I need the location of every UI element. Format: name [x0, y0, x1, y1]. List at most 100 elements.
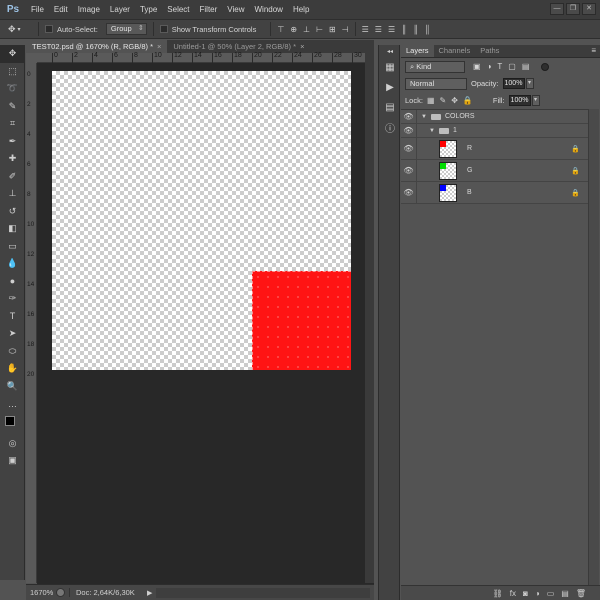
distribute-center-icon[interactable]: ║: [413, 25, 419, 34]
quick-mask-icon[interactable]: ◎: [0, 435, 25, 453]
align-right-icon[interactable]: ⊣: [342, 25, 349, 34]
align-top-icon[interactable]: ⊤: [277, 25, 284, 34]
brush-tool-icon[interactable]: ✐: [0, 168, 25, 186]
align-bottom-icon[interactable]: ⊥: [303, 25, 310, 34]
status-menu-arrow-icon[interactable]: ▶: [147, 589, 152, 597]
restore-button[interactable]: ❐: [566, 3, 580, 15]
filter-type-icon[interactable]: T: [497, 62, 502, 71]
path-select-tool-icon[interactable]: ➤: [0, 325, 25, 343]
menu-select[interactable]: Select: [162, 0, 194, 19]
filter-pixel-icon[interactable]: ▣: [473, 62, 481, 71]
distribute-left-icon[interactable]: ║: [401, 25, 407, 34]
history-brush-tool-icon[interactable]: ↺: [0, 203, 25, 221]
quick-select-tool-icon[interactable]: ✎: [0, 98, 25, 116]
align-center-icon[interactable]: ⊞: [329, 25, 336, 34]
layer-r[interactable]: 👁 R 🔒: [401, 138, 588, 160]
canvas-area[interactable]: [37, 63, 374, 584]
distribute-right-icon[interactable]: ║: [424, 25, 430, 34]
menu-view[interactable]: View: [222, 0, 249, 19]
menu-filter[interactable]: Filter: [195, 0, 223, 19]
properties-panel-icon[interactable]: ▤: [379, 97, 401, 117]
transform-controls-checkbox[interactable]: [159, 25, 168, 33]
group-expand-icon[interactable]: ▼: [429, 128, 435, 134]
visibility-eye-icon[interactable]: 👁: [401, 160, 417, 181]
layer-g[interactable]: 👁 G 🔒: [401, 160, 588, 182]
hand-tool-icon[interactable]: ✋: [0, 360, 25, 378]
auto-select-dropdown[interactable]: Group: [105, 23, 147, 35]
move-tool-icon[interactable]: ✥: [0, 45, 25, 63]
zoom-level[interactable]: 1670%: [26, 588, 56, 597]
blend-mode-dropdown[interactable]: Normal: [405, 77, 467, 90]
new-layer-icon[interactable]: ▤: [561, 589, 569, 598]
menu-layer[interactable]: Layer: [105, 0, 135, 19]
vertical-ruler[interactable]: 0 2 4 6 8 10 12 14 16 18 20: [26, 63, 37, 583]
screen-mode-icon[interactable]: ▣: [0, 452, 25, 470]
shape-tool-icon[interactable]: ⬭: [0, 343, 25, 361]
pen-tool-icon[interactable]: ✑: [0, 290, 25, 308]
canvas-scrollbar[interactable]: [365, 53, 374, 583]
link-icon[interactable]: ⛓: [493, 589, 503, 598]
distribute-bottom-icon[interactable]: ☰: [388, 25, 395, 34]
gradient-tool-icon[interactable]: ▭: [0, 238, 25, 256]
eraser-tool-icon[interactable]: ◧: [0, 220, 25, 238]
align-left-icon[interactable]: ⊢: [316, 25, 323, 34]
clone-stamp-tool-icon[interactable]: ⊥: [0, 185, 25, 203]
info-panel-icon[interactable]: ⓘ: [379, 117, 401, 137]
document-canvas[interactable]: [52, 71, 351, 370]
menu-edit[interactable]: Edit: [49, 0, 73, 19]
marquee-tool-icon[interactable]: ⬚: [0, 63, 25, 81]
healing-brush-tool-icon[interactable]: ✚: [0, 150, 25, 168]
distribute-middle-icon[interactable]: ☰: [375, 25, 382, 34]
layers-scrollbar[interactable]: [588, 109, 599, 599]
opacity-input[interactable]: 100%: [502, 78, 525, 89]
history-panel-icon[interactable]: ▦: [379, 57, 401, 77]
distribute-top-icon[interactable]: ☰: [362, 25, 369, 34]
edit-toolbar-icon[interactable]: …: [0, 395, 25, 413]
fill-stepper[interactable]: ▾: [531, 95, 540, 106]
lock-transparent-icon[interactable]: ▦: [427, 96, 435, 105]
visibility-eye-icon[interactable]: 👁: [401, 110, 417, 123]
auto-select-checkbox[interactable]: [45, 25, 53, 33]
tab-channels[interactable]: Channels: [434, 45, 476, 57]
menu-window[interactable]: Window: [250, 0, 288, 19]
filter-adjustment-icon[interactable]: ◑: [487, 62, 492, 71]
color-swatches[interactable]: [0, 413, 25, 435]
layer-b[interactable]: 👁 B 🔒: [401, 182, 588, 204]
fx-icon[interactable]: fx: [510, 589, 516, 598]
folder-icon[interactable]: ▭: [547, 589, 555, 598]
crop-tool-icon[interactable]: ⌗: [0, 115, 25, 133]
horizontal-scrollbar[interactable]: [156, 587, 370, 598]
actions-panel-icon[interactable]: ▶: [379, 77, 401, 97]
dodge-tool-icon[interactable]: ●: [0, 273, 25, 291]
tab-close-icon[interactable]: ×: [300, 42, 304, 51]
adjustment-icon[interactable]: ◑: [535, 589, 540, 598]
visibility-eye-icon[interactable]: 👁: [401, 138, 417, 159]
filter-toggle[interactable]: [541, 62, 550, 71]
eyedropper-tool-icon[interactable]: ✒: [0, 133, 25, 151]
filter-smart-object-icon[interactable]: ▤: [522, 62, 530, 71]
menu-type[interactable]: Type: [135, 0, 162, 19]
menu-file[interactable]: File: [26, 0, 49, 19]
foreground-color-swatch[interactable]: [5, 415, 15, 426]
opacity-stepper[interactable]: ▾: [525, 78, 534, 89]
tab-close-icon[interactable]: ×: [157, 42, 161, 51]
fill-input[interactable]: 100%: [508, 95, 531, 106]
status-info-icon[interactable]: [56, 588, 65, 597]
layer-group-1[interactable]: 👁 ▼ 1: [401, 124, 588, 138]
close-button[interactable]: ✕: [582, 3, 596, 15]
type-tool-icon[interactable]: T: [0, 308, 25, 326]
lock-image-icon[interactable]: ✎: [440, 96, 447, 105]
mask-icon[interactable]: ◙: [523, 589, 528, 598]
zoom-tool-icon[interactable]: 🔍: [0, 378, 25, 396]
ruler-origin[interactable]: [26, 53, 37, 63]
menu-image[interactable]: Image: [73, 0, 105, 19]
group-expand-icon[interactable]: ▼: [421, 114, 427, 120]
tab-paths[interactable]: Paths: [475, 45, 504, 57]
trash-icon[interactable]: 🗑: [576, 589, 586, 598]
minimize-button[interactable]: —: [550, 3, 564, 15]
move-tool-preset-icon[interactable]: ✥ ▾: [8, 21, 32, 37]
horizontal-ruler[interactable]: 0 2 4 6 8 10 12 14 16 18 20 22 24 26 28 30: [37, 52, 374, 63]
menu-help[interactable]: Help: [288, 0, 314, 19]
lock-position-icon[interactable]: ✥: [451, 96, 458, 105]
filter-shape-icon[interactable]: ▢: [508, 62, 516, 71]
